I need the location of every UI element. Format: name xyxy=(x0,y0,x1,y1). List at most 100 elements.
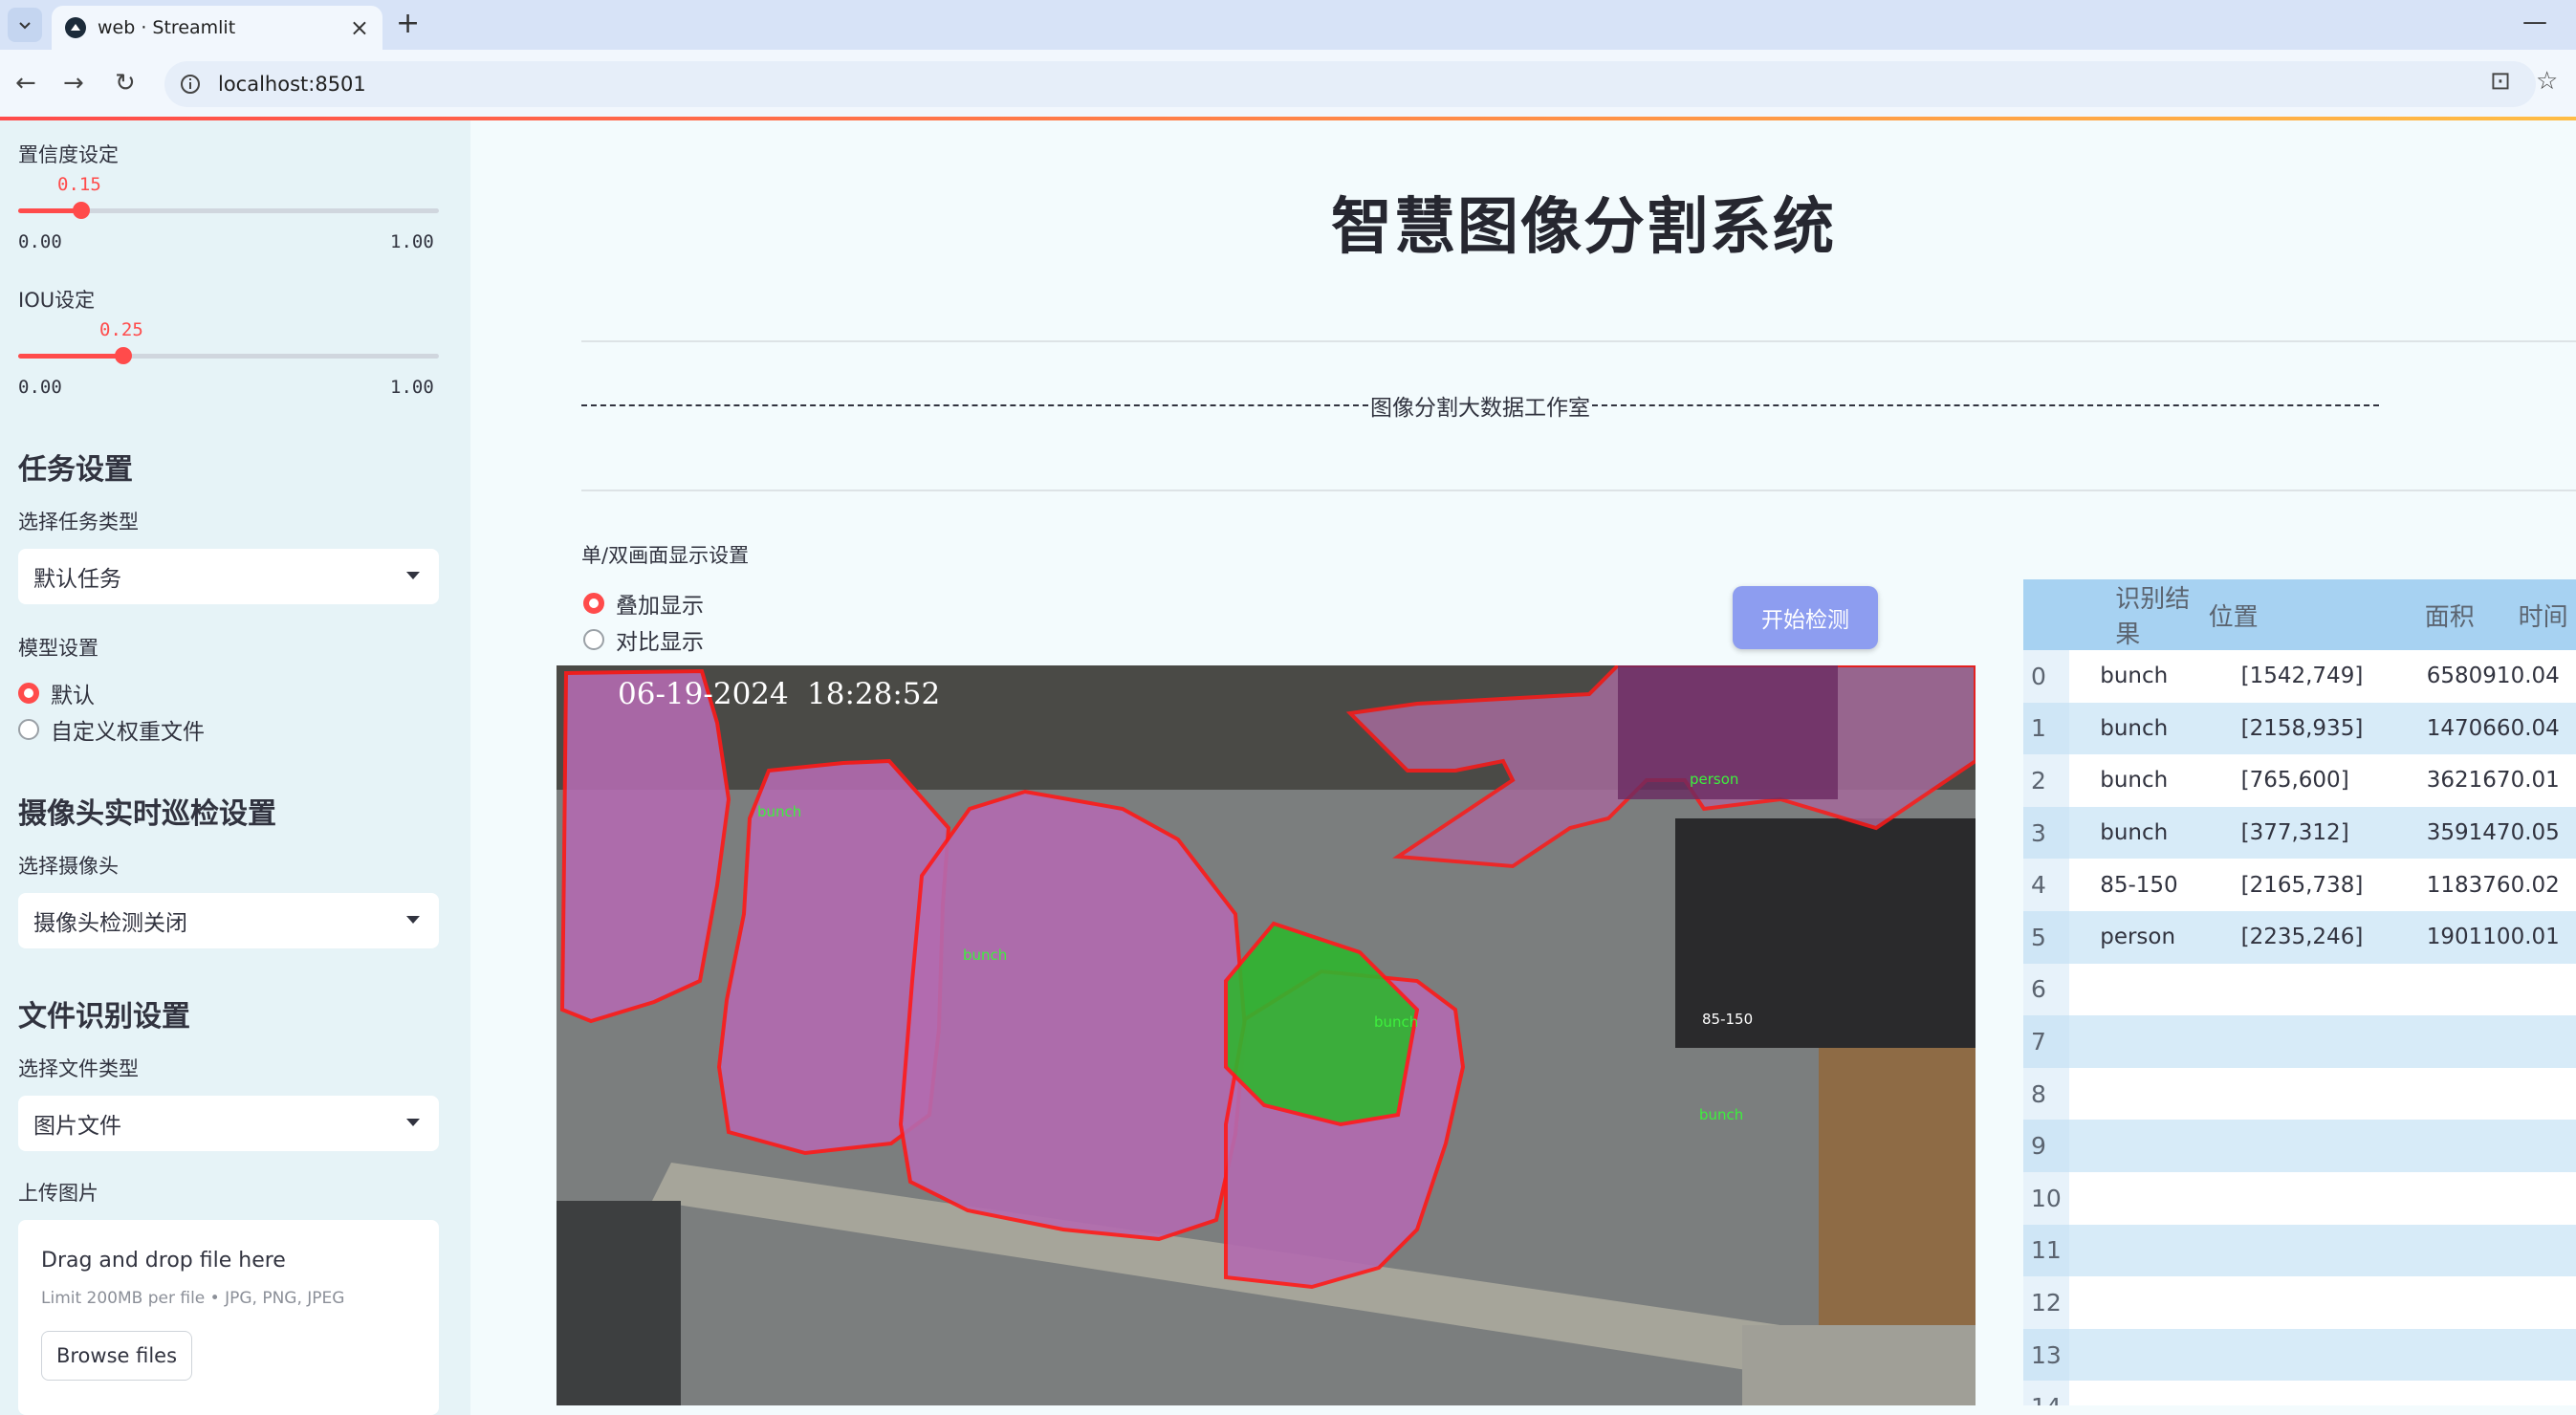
table-cell-class[interactable] xyxy=(2069,1328,2199,1382)
table-cell-index[interactable]: 8 xyxy=(2023,1067,2070,1121)
table-cell-class[interactable]: person xyxy=(2069,910,2199,964)
table-cell-time[interactable] xyxy=(2510,1015,2576,1068)
table-cell-position[interactable] xyxy=(2198,1120,2417,1172)
confidence-slider-thumb[interactable] xyxy=(73,202,90,219)
forward-icon[interactable]: → xyxy=(63,67,84,99)
table-cell-time[interactable] xyxy=(2511,1068,2576,1121)
table-cell-index[interactable]: 14 xyxy=(2023,1381,2070,1405)
back-icon[interactable]: ← xyxy=(15,67,36,99)
file-type-select[interactable]: 图片文件 xyxy=(18,1096,439,1151)
table-row[interactable]: 6 xyxy=(2023,963,2576,1016)
table-row[interactable]: 4 85-150 [2165,738] 118376 0.02 xyxy=(2023,859,2576,911)
table-cell-position[interactable] xyxy=(2199,964,2417,1016)
radio-unselected-icon[interactable] xyxy=(18,719,39,740)
table-cell-area[interactable] xyxy=(2417,1172,2511,1225)
table-cell-time[interactable]: 0.04 xyxy=(2510,702,2576,755)
table-row[interactable]: 0 bunch [1542,749] 658091 0.04 xyxy=(2023,650,2576,703)
table-cell-time[interactable] xyxy=(2511,964,2576,1016)
table-cell-area[interactable] xyxy=(2416,1328,2511,1382)
table-cell-index[interactable]: 9 xyxy=(2023,1120,2070,1172)
table-cell-position[interactable]: [1542,749] xyxy=(2199,650,2417,703)
table-row[interactable]: 7 xyxy=(2023,1015,2576,1068)
table-cell-index[interactable]: 1 xyxy=(2023,702,2070,755)
table-cell-time[interactable]: 0.02 xyxy=(2511,859,2576,911)
table-row[interactable]: 12 xyxy=(2023,1276,2576,1329)
table-cell-time[interactable] xyxy=(2511,1276,2576,1329)
table-cell-index[interactable]: 7 xyxy=(2023,1015,2070,1068)
table-cell-class[interactable] xyxy=(2069,1276,2198,1329)
table-cell-index[interactable]: 10 xyxy=(2023,1171,2070,1225)
table-cell-area[interactable] xyxy=(2417,1276,2511,1329)
table-header-position[interactable]: 位置 xyxy=(2198,579,2417,650)
table-cell-area[interactable] xyxy=(2416,1224,2511,1277)
table-cell-index[interactable]: 11 xyxy=(2023,1224,2070,1277)
table-cell-index[interactable]: 2 xyxy=(2023,754,2070,807)
table-cell-time[interactable] xyxy=(2511,1381,2576,1405)
table-row[interactable]: 10 xyxy=(2023,1171,2576,1225)
table-cell-position[interactable]: [2165,738] xyxy=(2199,859,2417,911)
table-cell-class[interactable]: bunch xyxy=(2069,650,2198,703)
table-cell-class[interactable] xyxy=(2069,1381,2198,1405)
table-row[interactable]: 5 person [2235,246] 190110 0.01 xyxy=(2023,910,2576,964)
table-row[interactable]: 9 xyxy=(2023,1120,2576,1172)
table-cell-area[interactable] xyxy=(2416,1015,2511,1068)
table-cell-position[interactable]: [765,600] xyxy=(2199,754,2417,807)
table-cell-position[interactable] xyxy=(2199,1276,2417,1329)
table-cell-time[interactable]: 0.05 xyxy=(2510,806,2576,860)
table-row[interactable]: 1 bunch [2158,935] 147066 0.04 xyxy=(2023,702,2576,755)
new-tab-icon[interactable]: + xyxy=(396,10,420,38)
display-option-compare[interactable]: 对比显示 xyxy=(583,623,704,656)
radio-selected-icon[interactable] xyxy=(583,593,604,614)
table-cell-area[interactable]: 118376 xyxy=(2417,859,2511,911)
table-cell-index[interactable]: 3 xyxy=(2023,806,2070,860)
iou-slider[interactable] xyxy=(18,347,439,364)
table-cell-index[interactable]: 0 xyxy=(2023,650,2070,703)
table-header-class[interactable]: 识别结果 xyxy=(2069,579,2199,650)
table-cell-class[interactable] xyxy=(2069,1224,2199,1277)
url-field[interactable]: localhost:8501 xyxy=(164,61,2536,107)
radio-selected-icon[interactable] xyxy=(18,683,39,704)
table-cell-position[interactable] xyxy=(2198,1015,2417,1068)
table-cell-class[interactable] xyxy=(2069,1172,2198,1225)
table-cell-area[interactable] xyxy=(2417,1068,2511,1121)
table-cell-class[interactable]: bunch xyxy=(2069,754,2198,807)
table-row[interactable]: 13 xyxy=(2023,1328,2576,1382)
table-cell-index[interactable]: 6 xyxy=(2023,963,2070,1016)
file-uploader-dropzone[interactable]: Drag and drop file here Limit 200MB per … xyxy=(18,1220,439,1415)
table-row[interactable]: 11 xyxy=(2023,1224,2576,1277)
table-cell-area[interactable]: 658091 xyxy=(2417,650,2511,703)
table-row[interactable]: 8 xyxy=(2023,1067,2576,1121)
minimize-icon[interactable]: — xyxy=(2522,8,2547,36)
table-cell-index[interactable]: 5 xyxy=(2023,910,2070,964)
table-cell-index[interactable]: 13 xyxy=(2023,1328,2070,1382)
table-cell-area[interactable] xyxy=(2416,1120,2511,1172)
display-option-overlay[interactable]: 叠加显示 xyxy=(583,587,704,620)
table-cell-class[interactable] xyxy=(2069,1120,2199,1172)
table-cell-position[interactable] xyxy=(2199,1172,2417,1225)
table-cell-position[interactable] xyxy=(2198,1328,2417,1382)
model-option-default[interactable]: 默认 xyxy=(18,677,95,709)
table-cell-index[interactable]: 4 xyxy=(2023,859,2070,911)
bookmark-star-icon[interactable]: ☆ xyxy=(2536,67,2558,96)
task-type-select[interactable]: 默认任务 xyxy=(18,549,439,604)
results-table[interactable]: 识别结果 位置 面积 时间 0 bunch [1542,749] 658091 0.04… xyxy=(2023,579,2576,1405)
table-cell-position[interactable]: [2158,935] xyxy=(2198,702,2417,755)
table-header-area[interactable]: 面积 xyxy=(2416,579,2511,650)
table-cell-class[interactable]: bunch xyxy=(2069,702,2199,755)
table-cell-time[interactable] xyxy=(2510,1120,2576,1172)
table-cell-area[interactable] xyxy=(2417,964,2511,1016)
table-cell-time[interactable] xyxy=(2510,1328,2576,1382)
translate-icon[interactable]: ⊡ xyxy=(2490,67,2511,96)
table-cell-position[interactable] xyxy=(2198,1224,2417,1277)
table-cell-area[interactable]: 190110 xyxy=(2416,910,2511,964)
table-cell-time[interactable] xyxy=(2511,1172,2576,1225)
radio-unselected-icon[interactable] xyxy=(583,629,604,650)
table-cell-time[interactable]: 0.01 xyxy=(2511,754,2576,807)
table-cell-position[interactable]: [377,312] xyxy=(2198,806,2417,860)
site-info-icon[interactable] xyxy=(180,74,201,95)
reload-icon[interactable]: ↻ xyxy=(115,67,136,99)
browse-files-button[interactable]: Browse files xyxy=(41,1331,192,1381)
table-cell-area[interactable]: 359147 xyxy=(2416,806,2511,860)
iou-slider-thumb[interactable] xyxy=(115,347,132,364)
table-cell-class[interactable] xyxy=(2069,1015,2199,1068)
